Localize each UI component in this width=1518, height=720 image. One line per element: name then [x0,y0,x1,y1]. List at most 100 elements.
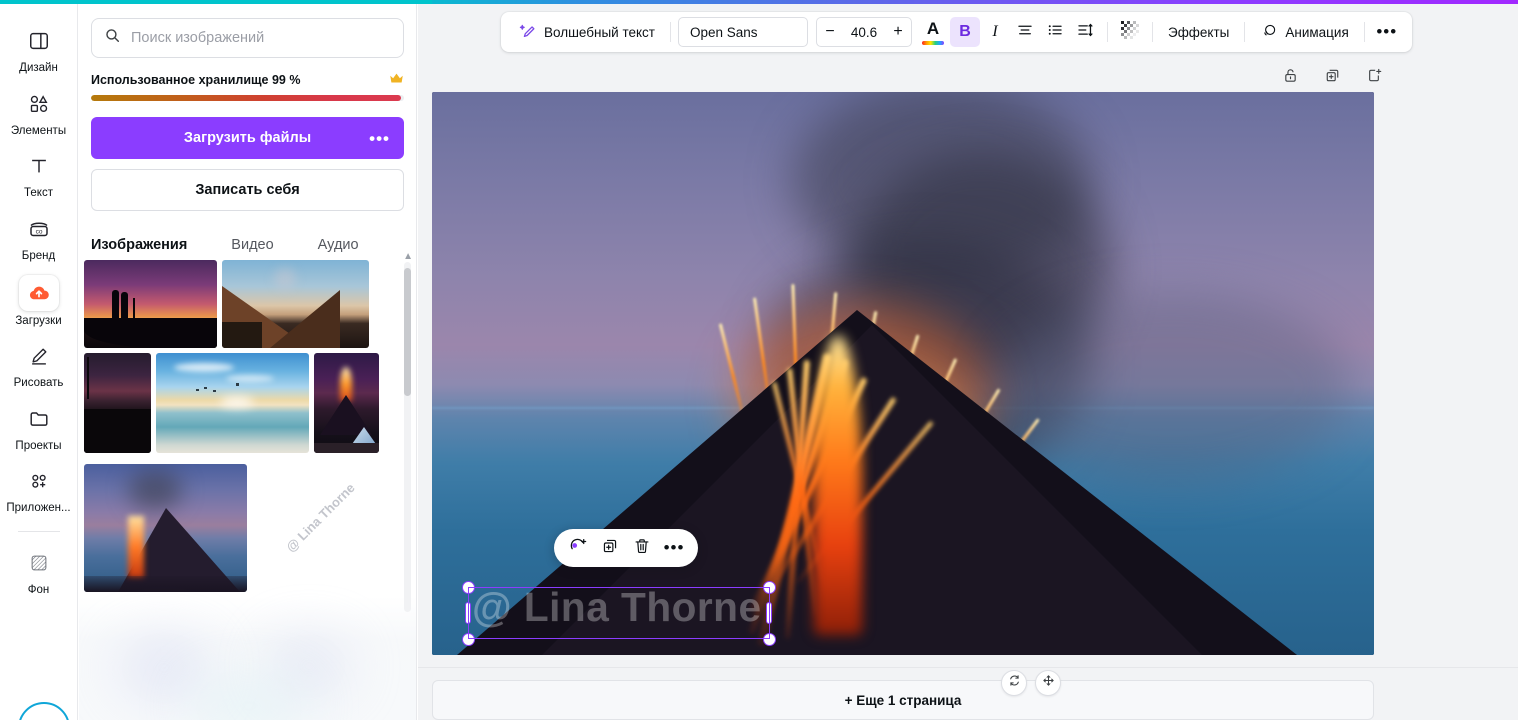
transparency-button[interactable] [1115,17,1145,47]
sidebar-item-draw[interactable]: Рисовать [6,333,72,394]
toolbar-divider [1152,22,1153,42]
canvas-lava-core [814,335,862,635]
lock-button[interactable] [1274,62,1306,94]
add-page-icon [1366,67,1383,89]
background-pattern-icon [19,546,59,580]
panel-watermark-text: @ Lina Thorne [282,480,358,555]
text-toolbar: Волшебный текст Open Sans − + A B I [501,12,1412,52]
sidebar-item-text[interactable]: Текст [6,143,72,204]
duplicate-icon [601,537,619,560]
transparency-checker-icon [1121,20,1139,44]
toolbar-divider [1363,22,1365,42]
toolbar-divider [1107,22,1108,42]
line-spacing-button[interactable] [1070,17,1100,47]
font-size-stepper[interactable]: − + [816,17,912,47]
sidebar-item-design[interactable]: Дизайн [6,18,72,79]
upload-files-button[interactable]: Загрузить файлы ••• [91,117,404,159]
lock-icon [1282,67,1299,89]
shapes-icon [19,87,59,121]
delete-button[interactable] [628,534,656,562]
sidebar-item-label: Бренд [21,249,56,262]
thumbnail-dark-field[interactable] [84,353,151,453]
toolbar-divider [1244,22,1246,42]
font-size-input[interactable] [843,24,885,40]
bullet-list-button[interactable] [1040,17,1070,47]
more-dots-icon: ••• [663,538,685,557]
apps-plus-icon [19,464,59,498]
workspace: Волшебный текст Open Sans − + A B I [418,4,1518,720]
search-wrapper [79,4,416,58]
scroll-up-caret[interactable]: ▲ [403,251,413,262]
text-color-button[interactable]: A [918,17,948,47]
magic-wand-icon [519,22,537,43]
font-family-value: Open Sans [690,24,758,40]
sidebar-item-label: Рисовать [13,377,64,390]
delete-trash-icon [633,537,651,560]
font-family-select[interactable]: Open Sans [678,17,808,47]
animation-button[interactable]: Анимация [1252,17,1356,47]
animation-label: Анимация [1285,24,1349,40]
duplicate-page-round-button[interactable] [1001,670,1027,696]
line-spacing-icon [1076,21,1094,44]
bullet-list-icon [1046,21,1064,44]
design-canvas[interactable]: @ Lina Thorne ••• [432,92,1374,655]
search-box[interactable] [91,18,404,58]
element-more-button[interactable]: ••• [660,534,688,562]
bold-label: B [959,23,971,40]
font-size-decrease-button[interactable]: − [817,18,843,46]
move-page-button[interactable] [1035,670,1061,696]
text-align-button[interactable] [1010,17,1040,47]
sidebar-item-label: Фон [27,584,50,597]
thumbnail-volcano-ridge[interactable] [222,260,369,348]
panel-bottom-fade [79,596,416,720]
move-arrows-icon [1042,674,1055,692]
magic-edit-icon [569,536,588,560]
thumbnail-beach-sunrise[interactable] [156,353,309,453]
duplicate-page-icon [1324,67,1341,89]
sidebar-item-apps[interactable]: Приложен... [6,458,72,519]
effects-label: Эффекты [1168,24,1230,40]
storage-progress-track [91,95,404,101]
sidebar-item-label: Элементы [10,124,67,137]
text-t-icon [19,149,59,183]
search-icon [104,27,121,49]
bold-button[interactable]: B [950,17,980,47]
page-controls [1001,670,1061,696]
italic-button[interactable]: I [980,17,1010,47]
panel-scrollbar-thumb[interactable] [404,268,411,396]
sidebar-item-label: Проекты [15,439,62,452]
tab-label: Видео [231,237,274,253]
toolbar-more-button[interactable]: ••• [1372,17,1402,47]
record-yourself-button[interactable]: Записать себя [91,169,404,211]
canvas-tools [1274,62,1390,94]
add-page-button[interactable] [1358,62,1390,94]
magic-text-button[interactable]: Волшебный текст [511,17,663,47]
thumbnail-volcano-eruption[interactable] [84,464,247,592]
duplicate-page-round-icon [1008,674,1021,692]
help-circle-partial[interactable] [18,702,70,720]
thumbnail-sunset-hikers[interactable] [84,260,217,348]
rail-divider [17,531,60,533]
duplicate-button[interactable] [596,534,624,562]
search-input[interactable] [131,30,391,46]
storage-progress-fill [91,95,401,101]
more-dots-icon[interactable]: ••• [369,130,390,147]
selection-bounding-box[interactable] [468,587,770,639]
sidebar-item-background[interactable]: Фон [6,540,72,601]
sidebar-item-uploads[interactable]: Загрузки [6,269,72,332]
font-size-increase-button[interactable]: + [885,18,911,46]
effects-button[interactable]: Эффекты [1160,17,1237,47]
text-color-a-icon: A [921,19,945,45]
crown-icon[interactable] [389,72,404,87]
left-rail: Дизайн Элементы Текст co Бренд Загрузки … [0,4,78,720]
more-dots-icon: ••• [1376,22,1398,41]
magic-edit-button[interactable] [564,534,592,562]
thumbnail-volcano-night-tent[interactable] [314,353,379,453]
sidebar-item-brand[interactable]: co Бренд [6,206,72,267]
brand-kit-icon: co [19,212,59,246]
sidebar-item-projects[interactable]: Проекты [6,396,72,457]
add-page-banner[interactable]: + Еще 1 страница [432,680,1374,720]
add-page-label: + Еще 1 страница [844,692,962,708]
duplicate-page-button[interactable] [1316,62,1348,94]
sidebar-item-elements[interactable]: Элементы [6,81,72,142]
